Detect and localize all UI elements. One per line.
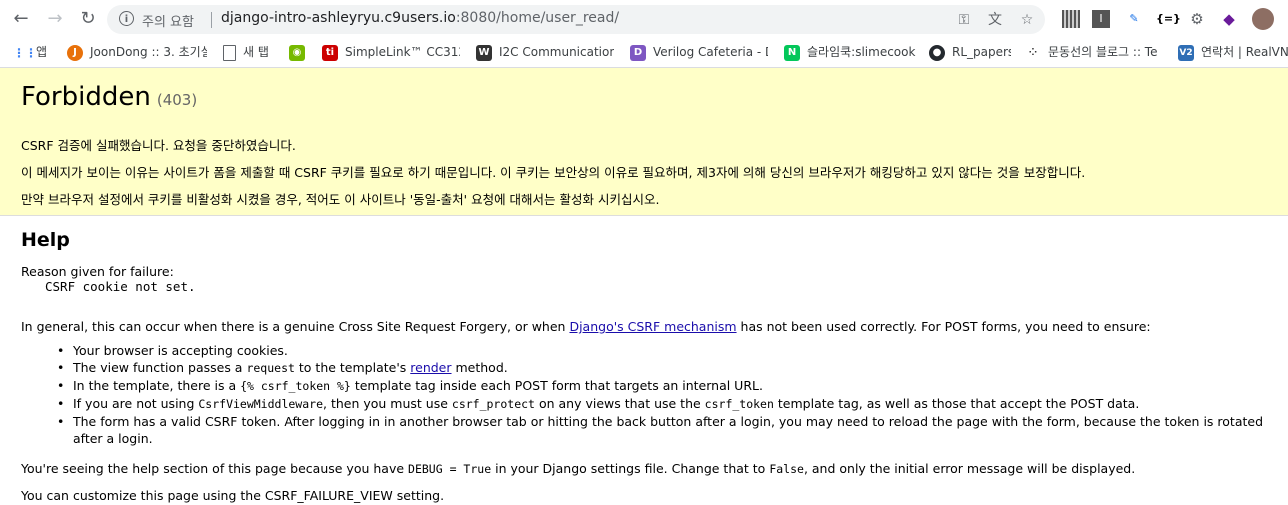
bookmark-i2c[interactable]: W I2C Communication [476,43,614,61]
bookmark-label: SimpleLink™ CC3120 [345,45,460,59]
list-item: The view function passes a request to th… [57,359,1273,377]
item-text: method. [451,360,508,375]
bookmark-slimecook[interactable]: N 슬라임쿡:slimecook [784,43,916,61]
general-text-end: has not been used correctly. For POST fo… [736,319,1151,334]
page-icon [223,44,236,61]
d-icon: D [630,44,646,61]
debug-text: , and only the initial error message wil… [803,461,1136,476]
item-text: to the template's [294,360,411,375]
bookmark-label: RL_papers [952,45,1011,59]
help-heading: Help [21,229,70,251]
reason-label: Reason given for failure: [21,264,174,279]
bookmark-label: Verilog Cafeteria - D [653,45,768,59]
key-icon[interactable]: ⚿ [955,11,973,29]
debug-paragraph: You're seeing the help section of this p… [21,461,1135,476]
status-code: (403) [156,91,198,109]
bookmark-nvidia[interactable]: ◉ [289,43,309,61]
render-link[interactable]: render [410,360,451,375]
browser-toolbar: ← → ↻ i 주의 요함 django-intro-ashleyryu.c9u… [0,0,1288,38]
list-item: Your browser is accepting cookies. [57,342,1273,359]
bookmarks-bar: ⋮⋮앱 J JoonDong :: 3. 초기설 새 탭 ◉ ti SimpleLi… [0,38,1288,68]
divider [211,12,212,28]
list-item: The form has a valid CSRF token. After l… [57,413,1268,447]
bookmark-simplelink[interactable]: ti SimpleLink™ CC3120 [322,43,460,61]
nvidia-icon: ◉ [289,44,305,61]
bookmark-joondong[interactable]: J JoonDong :: 3. 초기설 [67,43,207,61]
info-icon[interactable]: i [119,11,134,26]
avatar[interactable] [1252,8,1274,30]
url-text[interactable]: django-intro-ashleyryu.c9users.io:8080/h… [221,10,619,26]
customize-paragraph: You can customize this page using the CS… [21,488,445,503]
translate-icon[interactable]: 文 [986,11,1004,29]
item-text: If you are not using [73,396,199,411]
json-extension-icon[interactable]: {=} [1156,10,1181,28]
code-debug: DEBUG = True [408,462,492,476]
url-host: django-intro-ashleyryu.c9users.io [221,10,456,26]
star-icon[interactable]: ☆ [1018,11,1036,29]
bookmark-realvnc[interactable]: V2 연락처 | RealVN [1178,43,1288,61]
general-text: In general, this can occur when there is… [21,319,570,334]
bookmark-new-tab[interactable]: 새 탭 [223,43,283,61]
item-text: , then you must use [323,396,452,411]
item-text: on any views that use the [534,396,705,411]
diamond-extension-icon[interactable]: ◆ [1220,10,1238,28]
code-csrf-token: csrf_token [704,397,774,411]
vnc-icon: V2 [1178,44,1194,61]
item-text: In the template, there is a [73,378,241,393]
ti-icon: ti [322,44,338,61]
bookmark-label: 문동선의 블로그 :: Te [1048,45,1158,59]
bookmark-label: 슬라임쿡:slimecook [807,45,916,59]
requirements-list: Your browser is accepting cookies. The v… [57,342,1273,447]
wiki-icon: W [476,44,492,61]
url-path: :8080/home/user_read/ [455,10,620,26]
bookmark-label: 앱 [36,45,48,59]
barcode-extension-icon[interactable] [1062,10,1080,28]
page-title: Forbidden (403) [21,82,197,112]
gear-extension-icon[interactable]: ⚙ [1188,10,1206,28]
debug-text: You're seeing the help section of this p… [21,461,409,476]
summary-line-1: CSRF 검증에 실패했습니다. 요청을 중단하였습니다. [21,138,296,153]
bookmark-label: JoonDong :: 3. 초기설 [90,45,207,59]
bookmark-rl-papers[interactable]: ● RL_papers [929,43,1011,61]
code-false: False [769,462,804,476]
summary-line-3: 만약 브라우저 설정에서 쿠키를 비활성화 시켰을 경우, 적어도 이 사이트나… [21,192,660,207]
code-csrf-protect: csrf_protect [451,397,535,411]
item-text: template tag, as well as those that acce… [773,396,1140,411]
reader-extension-icon[interactable]: I [1092,10,1110,28]
bookmark-label: 새 탭 [243,45,269,59]
bookmark-label: 연락처 | RealVN [1201,45,1288,59]
item-text: template tag inside each POST form that … [350,378,763,393]
django-csrf-link[interactable]: Django's CSRF mechanism [569,319,736,334]
title-text: Forbidden [21,82,151,112]
code-csrf-token-tag: {% csrf_token %} [240,379,351,393]
list-item: In the template, there is a {% csrf_toke… [57,377,1273,395]
general-paragraph: In general, this can occur when there is… [21,319,1151,334]
bookmark-blog[interactable]: ⁘ 문동선의 블로그 :: Te [1025,43,1162,61]
debug-text: in your Django settings file. Change tha… [491,461,770,476]
bookmark-extension-icon[interactable]: ✎ [1125,10,1143,28]
forward-arrow-icon[interactable]: → [44,8,66,30]
apps-grid-icon: ⋮⋮ [13,45,37,60]
bookmark-apps[interactable]: ⋮⋮앱 [13,43,58,61]
error-summary: Forbidden (403) CSRF 검증에 실패했습니다. 요청을 중단하였… [0,68,1288,216]
summary-line-2: 이 메세지가 보이는 이유는 사이트가 폼을 제출할 때 CSRF 쿠키를 필요… [21,165,1086,180]
back-arrow-icon[interactable]: ← [10,8,32,30]
code-middleware: CsrfViewMiddleware [198,397,323,411]
joondong-icon: J [67,44,83,61]
item-text: The view function passes a [73,360,247,375]
code-request: request [246,361,295,375]
bookmark-verilog[interactable]: D Verilog Cafeteria - D [630,43,768,61]
github-icon: ● [929,44,945,61]
naver-icon: N [784,44,800,61]
address-bar[interactable]: i 주의 요함 django-intro-ashleyryu.c9users.i… [107,5,1045,34]
reload-icon[interactable]: ↻ [77,8,99,30]
security-warning[interactable]: 주의 요함 [142,11,194,30]
bookmark-label: I2C Communication [499,45,614,59]
reason-value: CSRF cookie not set. [45,279,196,294]
list-item: If you are not using CsrfViewMiddleware,… [57,395,1273,413]
tistory-icon: ⁘ [1028,46,1038,58]
